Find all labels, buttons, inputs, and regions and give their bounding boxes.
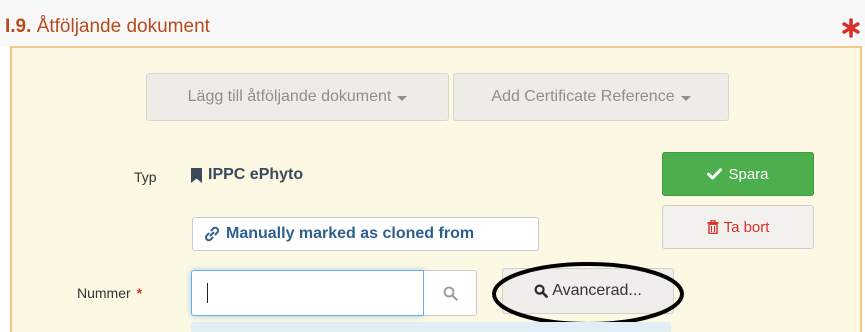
search-icon [534, 284, 549, 298]
section-header: I.9. Åtföljande dokument [0, 0, 865, 46]
number-label: Nummer * [77, 285, 142, 301]
search-icon [443, 286, 458, 301]
add-document-label: Lägg till åtföljande dokument [187, 88, 392, 105]
asterisk-icon [842, 18, 860, 38]
cloned-from-link[interactable]: Manually marked as cloned from [192, 217, 539, 251]
trash-icon [707, 220, 719, 234]
bookmark-icon [191, 167, 202, 183]
document-type: IPPC ePhyto [191, 166, 303, 184]
required-marker: * [136, 285, 143, 301]
chevron-down-icon [397, 95, 408, 101]
next-field-strip [191, 322, 671, 332]
check-icon [707, 168, 723, 180]
number-input-group [191, 270, 477, 316]
text-cursor [207, 283, 208, 303]
advanced-search-label: Avancerad... [552, 282, 642, 299]
delete-button[interactable]: Ta bort [662, 205, 814, 249]
number-label-text: Nummer [77, 285, 131, 301]
chevron-down-icon [680, 95, 691, 101]
number-search-button[interactable] [424, 270, 477, 316]
section-number: I.9. [5, 16, 32, 37]
type-label: Typ [134, 169, 157, 185]
advanced-search-button[interactable]: Avancerad... [502, 268, 674, 314]
add-certificate-reference-button[interactable]: Add Certificate Reference [453, 73, 729, 121]
add-certificate-label: Add Certificate Reference [491, 88, 675, 105]
number-input[interactable] [191, 270, 424, 316]
section-title: I.9. Åtföljande dokument [5, 16, 210, 38]
document-type-value: IPPC ePhyto [208, 166, 304, 183]
delete-label: Ta bort [723, 218, 770, 236]
cloned-from-label: Manually marked as cloned from [226, 225, 475, 242]
section-title-text: Åtföljande dokument [36, 16, 210, 37]
add-document-button[interactable]: Lägg till åtföljande dokument [146, 73, 449, 121]
link-icon [204, 226, 220, 242]
save-button[interactable]: Spara [662, 152, 814, 196]
save-label: Spara [728, 165, 769, 183]
